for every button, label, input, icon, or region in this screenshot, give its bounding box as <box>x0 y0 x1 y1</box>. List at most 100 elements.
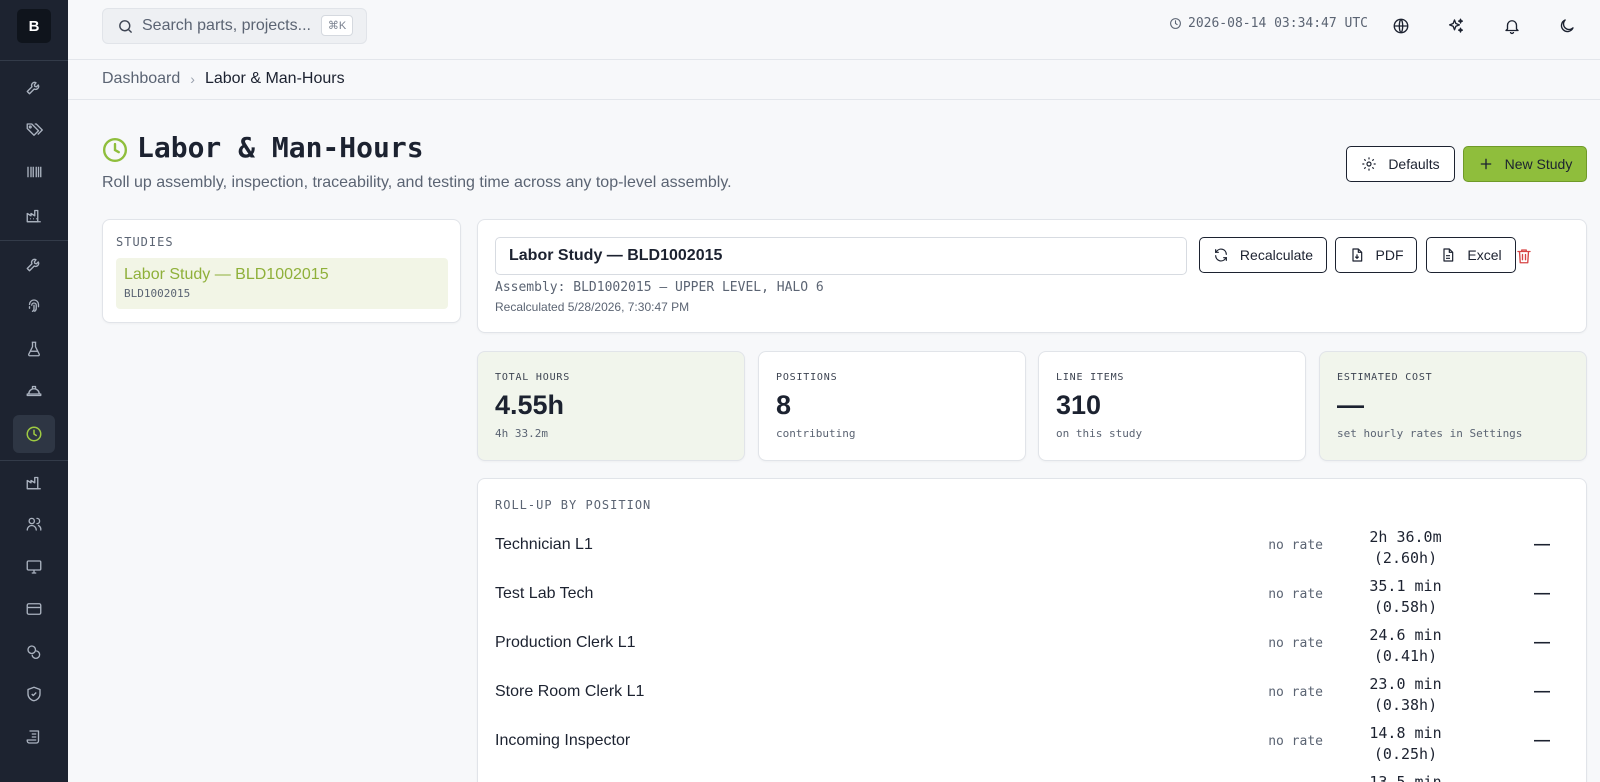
position-cost: — <box>1534 585 1550 602</box>
sidebar-item-logs[interactable] <box>13 718 55 756</box>
page-title: Labor & Man-Hours <box>137 131 424 164</box>
sidebar-item-traceability[interactable] <box>13 287 55 325</box>
wrench-icon <box>26 81 40 95</box>
sidebar-item-factory[interactable] <box>13 196 55 234</box>
position-hours-value: (0.41h) <box>1373 647 1438 665</box>
sidebar-item-billing[interactable] <box>13 590 55 628</box>
search-input[interactable]: Search parts, projects... ⌘K <box>102 8 367 44</box>
new-study-button-label: New Study <box>1504 156 1573 172</box>
studies-label: STUDIES <box>116 235 174 249</box>
rollup-panel: ROLL-UP BY POSITION Technician L1 no rat… <box>477 478 1587 782</box>
position-time: 14.8 min (0.25h) <box>1358 723 1453 765</box>
delete-study-button[interactable] <box>1512 244 1536 268</box>
flask-icon <box>28 341 40 357</box>
position-hours-value: (0.38h) <box>1373 696 1438 714</box>
file-spreadsheet-icon <box>1443 248 1454 262</box>
coins-icon <box>27 645 41 660</box>
server-clock: 2026-08-14 03:34:47 UTC <box>1169 16 1368 31</box>
sidebar-item-tags[interactable] <box>13 111 55 149</box>
stat-label: TOTAL HOURS <box>495 372 571 383</box>
refresh-icon <box>1214 248 1227 262</box>
recalculate-button-label: Recalculate <box>1239 247 1314 263</box>
position-rate: no rate <box>1268 587 1323 602</box>
excel-export-button[interactable]: Excel <box>1426 237 1516 273</box>
position-name: Production Clerk L1 <box>495 634 636 651</box>
position-name: Incoming Inspector <box>495 732 631 749</box>
recalculate-button[interactable]: Recalculate <box>1199 237 1327 273</box>
study-name-input[interactable]: Labor Study — BLD1002015 <box>495 237 1187 275</box>
stat-value: 8 <box>776 390 792 420</box>
hard-hat-icon <box>26 385 42 397</box>
sidebar: B <box>0 0 68 782</box>
sidebar-item-costs[interactable] <box>13 633 55 671</box>
stat-estimated-cost: ESTIMATED COST — set hourly rates in Set… <box>1319 351 1587 461</box>
stat-value: 4.55h <box>495 390 565 420</box>
sidebar-item-wrench[interactable] <box>13 68 55 106</box>
study-list-item[interactable]: Labor Study — BLD1002015 BLD1002015 <box>116 258 448 309</box>
study-list-item-name: Labor Study — BLD1002015 <box>124 266 329 283</box>
sidebar-item-testing[interactable] <box>13 330 55 368</box>
stat-positions: POSITIONS 8 contributing <box>758 351 1026 461</box>
sidebar-divider <box>0 240 68 241</box>
position-hours-value: (0.25h) <box>1373 745 1438 763</box>
credit-card-icon <box>26 603 42 615</box>
position-hours-value: (2.60h) <box>1373 549 1438 567</box>
sidebar-divider <box>0 460 68 461</box>
pdf-export-button[interactable]: PDF <box>1335 237 1417 273</box>
sidebar-divider <box>0 60 68 61</box>
search-placeholder: Search parts, projects... <box>142 17 311 34</box>
defaults-button[interactable]: Defaults <box>1346 146 1455 182</box>
position-name: Store Room Clerk L1 <box>495 683 645 700</box>
stat-label: ESTIMATED COST <box>1337 372 1433 383</box>
assembly-label: Assembly: BLD1002015 — UPPER LEVEL, HALO… <box>495 280 824 295</box>
position-rate: no rate <box>1268 734 1323 749</box>
ai-assistant-button[interactable] <box>1442 12 1470 40</box>
position-time: 24.6 min (0.41h) <box>1358 625 1453 667</box>
sidebar-item-tools[interactable] <box>13 245 55 283</box>
stat-sub: 4h 33.2m <box>495 427 548 440</box>
theme-toggle-button[interactable] <box>1553 12 1581 40</box>
sidebar-item-users[interactable] <box>13 505 55 543</box>
sidebar-item-buildings[interactable] <box>13 463 55 501</box>
position-time-value: 35.1 min <box>1369 577 1442 595</box>
sparkles-icon <box>1448 18 1464 33</box>
monitor-icon <box>26 560 42 574</box>
position-time: 2h 36.0m (2.60h) <box>1358 527 1453 569</box>
sidebar-item-labor[interactable] <box>13 415 55 453</box>
rollup-row: 13.5 min <box>478 773 1586 782</box>
trash-icon <box>1517 249 1531 264</box>
study-detail-panel: Labor Study — BLD1002015 Assembly: BLD10… <box>477 219 1587 333</box>
sidebar-item-safety[interactable] <box>13 372 55 410</box>
search-icon <box>117 18 134 35</box>
sidebar-item-barcode[interactable] <box>13 153 55 191</box>
position-cost: — <box>1534 732 1550 749</box>
stat-label: POSITIONS <box>776 372 838 383</box>
defaults-button-label: Defaults <box>1388 156 1440 172</box>
top-bar: Search parts, projects... ⌘K 2026-08-14 … <box>68 0 1600 60</box>
stat-sub: on this study <box>1056 427 1143 440</box>
stat-label: LINE ITEMS <box>1056 372 1125 383</box>
sidebar-item-devices[interactable] <box>13 548 55 586</box>
sidebar-item-security[interactable] <box>13 675 55 713</box>
stat-sub: set hourly rates in Settings <box>1337 427 1523 440</box>
position-name: Technician L1 <box>495 536 593 553</box>
position-rate: no rate <box>1268 538 1323 553</box>
breadcrumb: Dashboard › Labor & Man-Hours <box>102 70 345 88</box>
page-subtitle: Roll up assembly, inspection, traceabili… <box>102 174 732 191</box>
studies-panel: STUDIES Labor Study — BLD1002015 BLD1002… <box>102 219 461 323</box>
recalculated-timestamp: Recalculated 5/28/2026, 7:30:47 PM <box>495 300 690 314</box>
position-rate: no rate <box>1268 685 1323 700</box>
notifications-button[interactable] <box>1498 12 1526 40</box>
breadcrumb-dashboard-link[interactable]: Dashboard <box>102 70 180 88</box>
position-time-value: 23.0 min <box>1369 675 1442 693</box>
rollup-row: Technician L1 no rate 2h 36.0m (2.60h) — <box>478 527 1586 576</box>
app-logo[interactable]: B <box>17 9 51 43</box>
clock-small-icon <box>1170 18 1181 29</box>
gear-icon <box>1362 157 1376 171</box>
position-time: 35.1 min (0.58h) <box>1358 576 1453 618</box>
wrench-alt-icon <box>26 258 40 272</box>
new-study-button[interactable]: New Study <box>1463 146 1587 182</box>
position-time-value: 2h 36.0m <box>1369 528 1442 546</box>
position-rate: no rate <box>1268 636 1323 651</box>
language-button[interactable] <box>1387 12 1415 40</box>
